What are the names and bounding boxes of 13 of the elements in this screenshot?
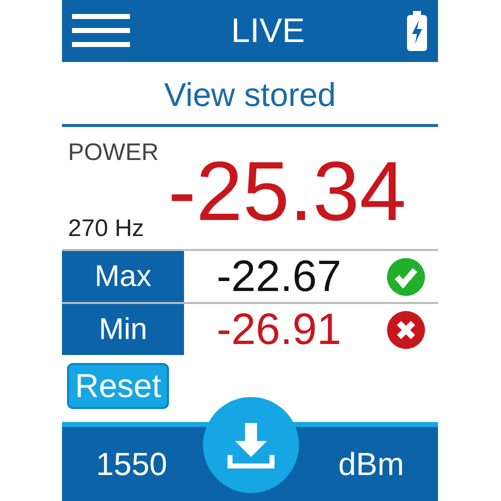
limit-value: -26.91 <box>216 304 342 355</box>
limit-label: Min <box>62 304 184 355</box>
wavelength-text: 1550 <box>96 446 168 482</box>
battery-charging-icon <box>406 11 428 51</box>
view-stored-link[interactable]: View stored <box>164 76 336 114</box>
power-reading: -25.34 <box>168 142 406 240</box>
limit-value: -22.67 <box>216 251 342 302</box>
measurement-label: POWER <box>68 139 160 167</box>
unit-text: dBm <box>338 446 404 482</box>
screen-title: LIVE <box>231 12 305 50</box>
limit-label: Max <box>62 251 184 302</box>
menu-icon[interactable] <box>72 12 130 50</box>
frequency-text: 270 Hz <box>68 215 146 243</box>
